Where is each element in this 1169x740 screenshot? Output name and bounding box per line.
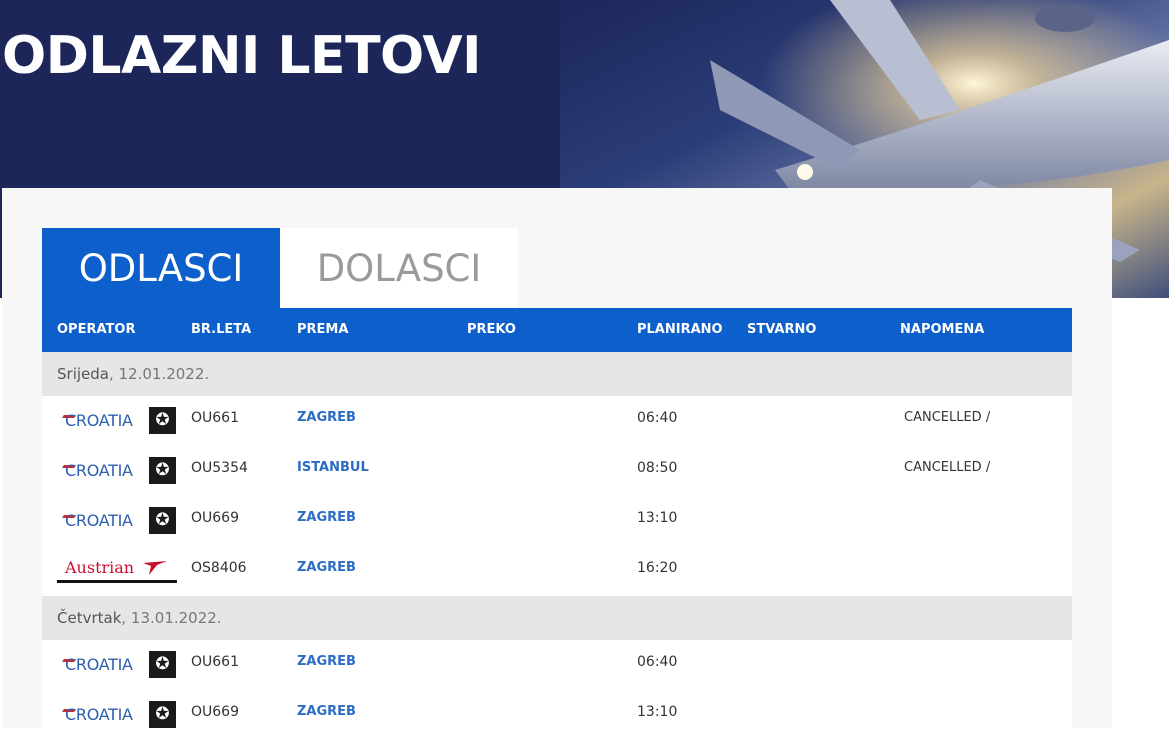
planned-time: 06:40 <box>637 410 678 426</box>
date-label: Četvrtak, 13.01.2022. <box>57 596 222 640</box>
column-header-actual: STVARNO <box>747 322 817 337</box>
destination-link[interactable]: ZAGREB <box>297 640 356 690</box>
column-header-planned: PLANIRANO <box>637 322 723 337</box>
flight-note: CANCELLED / <box>904 410 991 425</box>
table-header: OPERATOR BR.LETA PREMA PREKO PLANIRANO S… <box>42 308 1072 352</box>
flight-number: OU5354 <box>191 460 248 476</box>
austrian-airlines-logo: Austrian <box>57 556 177 586</box>
operator-cell: CROATIA ✪ <box>57 640 182 690</box>
operator-cell: CROATIA ✪ <box>57 690 182 740</box>
date-group-header: Srijeda, 12.01.2022. <box>42 352 1072 396</box>
croatia-airlines-logo: CROATIA ✪ <box>62 701 183 729</box>
destination-link[interactable]: ZAGREB <box>297 496 356 546</box>
flight-number: OS8406 <box>191 560 247 576</box>
croatia-airlines-logo: CROATIA ✪ <box>62 651 183 679</box>
star-alliance-icon: ✪ <box>149 407 176 434</box>
date-label: Srijeda, 12.01.2022. <box>57 352 209 396</box>
planned-time: 13:10 <box>637 704 678 720</box>
operator-name: CROATIA <box>65 461 133 480</box>
star-alliance-icon: ✪ <box>149 507 176 534</box>
planned-time: 06:40 <box>637 654 678 670</box>
day-name: Srijeda <box>57 365 109 383</box>
austrian-arrow-icon <box>143 561 167 575</box>
operator-name: CROATIA <box>65 655 133 674</box>
column-header-operator: OPERATOR <box>57 322 136 337</box>
star-alliance-icon: ✪ <box>149 701 176 728</box>
destination-link[interactable]: ZAGREB <box>297 690 356 740</box>
column-header-note: NAPOMENA <box>900 322 985 337</box>
operator-name: CROATIA <box>65 411 133 430</box>
flight-number: OU661 <box>191 410 239 426</box>
operator-name: CROATIA <box>65 511 133 530</box>
tab-dolasci[interactable]: DOLASCI <box>280 228 518 308</box>
column-header-via: PREKO <box>467 322 516 337</box>
day-name: Četvrtak <box>57 609 122 627</box>
table-row: CROATIA ✪ OU661 ZAGREB 06:40 CANCELLED / <box>42 396 1072 446</box>
table-row: Austrian OS8406 ZAGREB 16:20 <box>42 546 1072 596</box>
table-row: CROATIA ✪ OU669 ZAGREB 13:10 <box>42 690 1072 740</box>
date-value: , 12.01.2022. <box>108 365 210 383</box>
flight-tabs: ODLASCI DOLASCI <box>42 228 518 308</box>
column-header-to: PREMA <box>297 322 349 337</box>
flight-note: CANCELLED / <box>904 460 991 475</box>
star-alliance-icon: ✪ <box>149 651 176 678</box>
operator-cell: CROATIA ✪ <box>57 396 182 446</box>
page-title: ODLAZNI LETOVI <box>2 26 481 86</box>
planned-time: 08:50 <box>637 460 678 476</box>
table-row: CROATIA ✪ OU5354 ISTANBUL 08:50 CANCELLE… <box>42 446 1072 496</box>
table-row: CROATIA ✪ OU661 ZAGREB 06:40 <box>42 640 1072 690</box>
operator-name: Austrian <box>65 558 135 577</box>
column-header-flight: BR.LETA <box>191 322 252 337</box>
planned-time: 13:10 <box>637 510 678 526</box>
flights-table: OPERATOR BR.LETA PREMA PREKO PLANIRANO S… <box>42 308 1072 740</box>
flight-number: OU661 <box>191 654 239 670</box>
croatia-airlines-logo: CROATIA ✪ <box>62 457 183 485</box>
destination-link[interactable]: ZAGREB <box>297 396 356 446</box>
operator-cell: Austrian <box>57 546 182 596</box>
table-row: CROATIA ✪ OU669 ZAGREB 13:10 <box>42 496 1072 546</box>
operator-cell: CROATIA ✪ <box>57 446 182 496</box>
logo-underline <box>57 580 177 583</box>
croatia-airlines-logo: CROATIA ✪ <box>62 407 183 435</box>
star-alliance-icon: ✪ <box>149 457 176 484</box>
date-group-header: Četvrtak, 13.01.2022. <box>42 596 1072 640</box>
tab-odlasci[interactable]: ODLASCI <box>42 228 280 308</box>
date-value: , 13.01.2022. <box>121 609 222 627</box>
croatia-airlines-logo: CROATIA ✪ <box>62 507 183 535</box>
operator-name: CROATIA <box>65 705 133 724</box>
destination-link[interactable]: ZAGREB <box>297 546 356 596</box>
flight-number: OU669 <box>191 704 239 720</box>
planned-time: 16:20 <box>637 560 678 576</box>
operator-cell: CROATIA ✪ <box>57 496 182 546</box>
destination-link[interactable]: ISTANBUL <box>297 446 369 496</box>
flight-number: OU669 <box>191 510 239 526</box>
